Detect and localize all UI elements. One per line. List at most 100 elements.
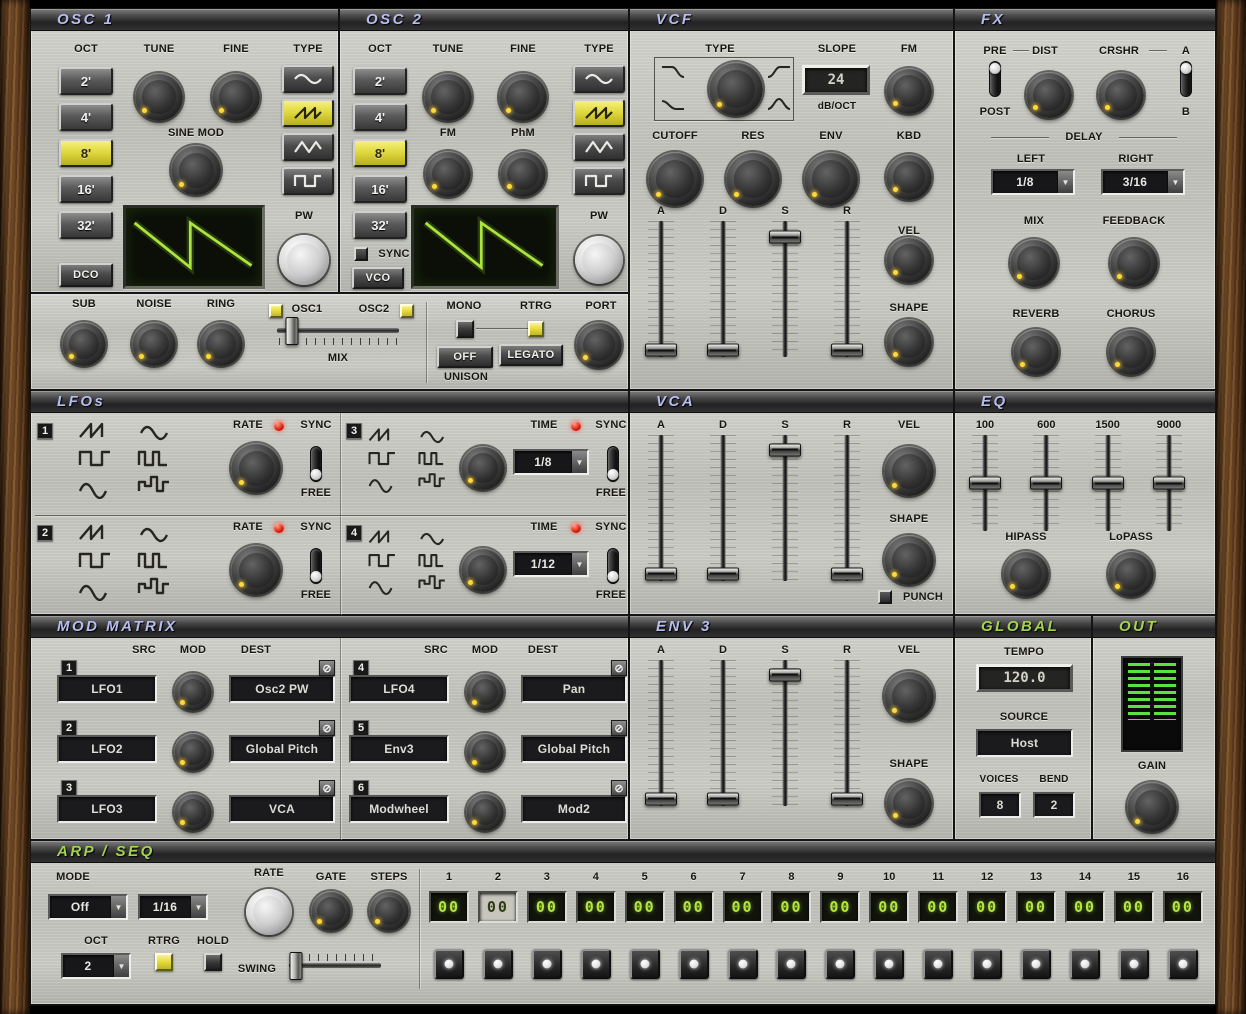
step-button[interactable] — [630, 949, 660, 979]
step-button[interactable] — [1119, 949, 1149, 979]
cutoff-knob[interactable] — [648, 152, 702, 206]
env-amount-knob[interactable] — [804, 152, 858, 206]
mod-amount-knob[interactable] — [466, 793, 504, 831]
mono-button[interactable] — [456, 320, 474, 338]
hold-button[interactable] — [204, 953, 222, 971]
envelope-slider[interactable] — [834, 435, 860, 581]
mod-src-button[interactable]: LFO4 — [349, 675, 449, 703]
swing-slider[interactable] — [289, 953, 381, 983]
lfo4-rate-knob[interactable] — [461, 548, 505, 592]
step-display[interactable]: 00 — [625, 891, 665, 923]
step-button[interactable] — [679, 949, 709, 979]
osc1-dco-button[interactable]: DCO — [59, 263, 113, 287]
distortion-knob[interactable] — [1026, 72, 1072, 118]
envelope-slider-handle[interactable] — [769, 443, 801, 456]
lfo2-rate-knob[interactable] — [231, 545, 281, 595]
noise-knob[interactable] — [132, 322, 176, 366]
envelope-slider-handle[interactable] — [707, 344, 739, 357]
step-display[interactable]: 00 — [967, 891, 1007, 923]
arp-rtrg-button[interactable] — [155, 953, 173, 971]
mod-bypass-button[interactable]: ⊘ — [611, 720, 627, 736]
mod-amount-knob[interactable] — [174, 793, 212, 831]
arp-rate-dropdown[interactable]: 1/16 ▼ — [138, 894, 208, 920]
osc1-oct-button[interactable]: 2' — [59, 67, 113, 95]
pre-post-toggle[interactable] — [989, 61, 1001, 97]
lfo3-rate-knob[interactable] — [461, 446, 505, 490]
envelope-slider-handle[interactable] — [707, 567, 739, 580]
chevron-down-icon[interactable]: ▼ — [571, 451, 587, 473]
tempo-display[interactable]: 120.0 — [976, 664, 1073, 692]
step-button[interactable] — [972, 949, 1002, 979]
step-button[interactable] — [1168, 949, 1198, 979]
step-button[interactable] — [1021, 949, 1051, 979]
lfo1-sync-free-toggle[interactable] — [310, 446, 322, 482]
vcf-shape-knob[interactable] — [886, 319, 932, 365]
reverb-knob[interactable] — [1013, 329, 1059, 375]
lfo3-time-dropdown[interactable]: 1/8 ▼ — [513, 449, 589, 475]
chevron-down-icon[interactable]: ▼ — [1057, 171, 1073, 193]
feedback-knob[interactable] — [1110, 239, 1158, 287]
delay-right-dropdown[interactable]: 3/16 ▼ — [1101, 169, 1185, 195]
filter-fm-knob[interactable] — [886, 68, 932, 114]
osc1-pw-knob[interactable] — [279, 235, 329, 285]
step-button[interactable] — [581, 949, 611, 979]
envelope-slider-handle[interactable] — [831, 567, 863, 580]
legato-button[interactable]: LEGATO — [499, 344, 563, 366]
mod-dest-button[interactable]: VCA — [229, 795, 335, 823]
envelope-slider-handle[interactable] — [769, 231, 801, 244]
step-display[interactable]: 00 — [1016, 891, 1056, 923]
lfo2-waveform-icons[interactable] — [77, 521, 181, 601]
envelope-slider-handle[interactable] — [769, 668, 801, 681]
chevron-down-icon[interactable]: ▼ — [571, 553, 587, 575]
punch-checkbox[interactable] — [878, 590, 892, 604]
step-button[interactable] — [923, 949, 953, 979]
step-display[interactable]: 00 — [674, 891, 714, 923]
step-display[interactable]: 00 — [1065, 891, 1105, 923]
step-button[interactable] — [728, 949, 758, 979]
osc1-oct-button[interactable]: 8' — [59, 139, 113, 167]
eq-band-handle[interactable] — [1153, 477, 1185, 490]
slope-display[interactable]: 24 — [802, 65, 870, 95]
mod-dest-button[interactable]: Pan — [521, 675, 627, 703]
osc2-fm-knob[interactable] — [425, 151, 471, 197]
mod-src-button[interactable]: Modwheel — [349, 795, 449, 823]
bend-box[interactable]: 2 — [1033, 792, 1075, 818]
osc1-tune-knob[interactable] — [135, 73, 183, 121]
osc1-sine-mod-knob[interactable] — [171, 145, 221, 195]
eq-band-slider[interactable] — [1095, 435, 1121, 531]
step-button[interactable] — [874, 949, 904, 979]
lfo1-rate-knob[interactable] — [231, 443, 281, 493]
osc2-vco-button[interactable]: VCO — [352, 267, 404, 289]
mod-dest-button[interactable]: Mod2 — [521, 795, 627, 823]
lfo3-sync-free-toggle[interactable] — [607, 446, 619, 482]
arp-rate-knob[interactable] — [246, 889, 292, 935]
osc2-oct-button[interactable]: 4' — [353, 103, 407, 131]
osc2-tune-knob[interactable] — [424, 73, 472, 121]
lfo4-sync-free-toggle[interactable] — [607, 548, 619, 584]
mod-src-button[interactable]: LFO1 — [57, 675, 157, 703]
mod-amount-knob[interactable] — [174, 673, 212, 711]
mod-dest-button[interactable]: Global Pitch — [521, 735, 627, 763]
unison-off-button[interactable]: OFF — [437, 346, 493, 368]
envelope-slider[interactable] — [710, 221, 736, 357]
eq-band-slider[interactable] — [1156, 435, 1182, 531]
osc2-phm-knob[interactable] — [500, 151, 546, 197]
step-display[interactable]: 00 — [820, 891, 860, 923]
envelope-slider[interactable] — [834, 660, 860, 806]
resonance-knob[interactable] — [726, 152, 780, 206]
voices-box[interactable]: 8 — [979, 792, 1021, 818]
osc2-wave-square-button[interactable] — [573, 167, 625, 195]
envelope-slider[interactable] — [648, 221, 674, 357]
lfo4-time-dropdown[interactable]: 1/12 ▼ — [513, 551, 589, 577]
mod-dest-button[interactable]: Osc2 PW — [229, 675, 335, 703]
mod-amount-knob[interactable] — [466, 673, 504, 711]
envelope-slider-handle[interactable] — [707, 792, 739, 805]
osc1-oct-button[interactable]: 32' — [59, 211, 113, 239]
delay-left-dropdown[interactable]: 1/8 ▼ — [991, 169, 1075, 195]
osc1-wave-saw-button[interactable] — [282, 99, 334, 127]
delay-mix-knob[interactable] — [1010, 239, 1058, 287]
osc1-wave-triangle-button[interactable] — [282, 133, 334, 161]
envelope-slider[interactable] — [834, 221, 860, 357]
mod-src-button[interactable]: LFO3 — [57, 795, 157, 823]
osc2-enable-button[interactable] — [400, 304, 414, 318]
